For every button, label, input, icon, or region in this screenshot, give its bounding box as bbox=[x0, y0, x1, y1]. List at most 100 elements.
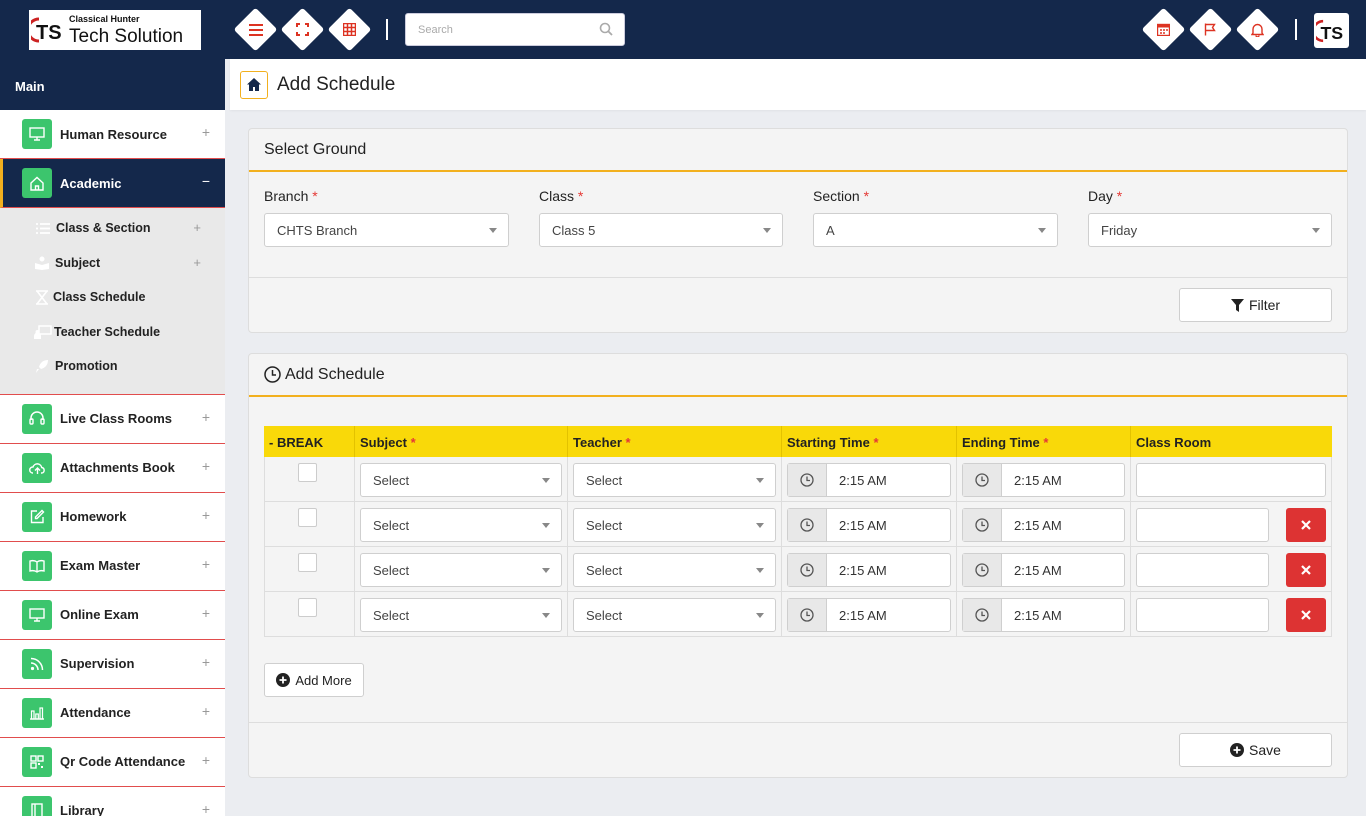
expand-icon[interactable]: + bbox=[202, 556, 210, 572]
teacher-select[interactable]: Select bbox=[573, 508, 776, 542]
user-avatar[interactable]: TS bbox=[1314, 13, 1349, 48]
grid-menu-button[interactable] bbox=[328, 8, 371, 51]
chevron-down-icon bbox=[1038, 228, 1046, 233]
notifications-button[interactable] bbox=[1236, 8, 1279, 51]
sidebar-heading: Main bbox=[0, 59, 225, 110]
ending-time-input[interactable]: 2:15 AM bbox=[962, 553, 1125, 587]
home-button[interactable] bbox=[240, 70, 268, 99]
sidebar-item-qr-code-attendance[interactable]: Qr Code Attendance + bbox=[0, 738, 225, 787]
hourglass-icon bbox=[33, 289, 51, 305]
delete-row-button[interactable] bbox=[1286, 553, 1326, 587]
menu-toggle-button[interactable] bbox=[234, 8, 277, 51]
fullscreen-button[interactable] bbox=[281, 8, 324, 51]
column-header-subject: Subject * bbox=[355, 426, 568, 457]
subject-select[interactable]: Select bbox=[360, 598, 562, 632]
submenu-item-subject[interactable]: Subject + bbox=[0, 246, 225, 281]
flag-button[interactable] bbox=[1189, 8, 1232, 51]
clock-icon bbox=[963, 464, 1002, 496]
expand-icon[interactable]: + bbox=[193, 220, 201, 235]
svg-text:TS: TS bbox=[36, 22, 62, 44]
chevron-down-icon bbox=[542, 613, 550, 618]
class-room-input[interactable] bbox=[1136, 598, 1269, 632]
column-header-ending-time: Ending Time * bbox=[957, 426, 1131, 457]
home-icon bbox=[22, 168, 52, 198]
submenu-item-class-section[interactable]: Class & Section + bbox=[0, 211, 225, 246]
class-select[interactable]: Class 5 bbox=[539, 213, 783, 247]
ending-time-input[interactable]: 2:15 AM bbox=[962, 598, 1125, 632]
sidebar-item-label: Human Resource bbox=[60, 126, 167, 142]
teacher-select[interactable]: Select bbox=[573, 598, 776, 632]
ending-time-input[interactable]: 2:15 AM bbox=[962, 508, 1125, 542]
ending-time-input[interactable]: 2:15 AM bbox=[962, 463, 1125, 497]
expand-icon[interactable]: + bbox=[193, 255, 201, 270]
subject-select[interactable]: Select bbox=[360, 463, 562, 497]
sidebar-item-live-class-rooms[interactable]: Live Class Rooms + bbox=[0, 395, 225, 444]
search-input[interactable] bbox=[405, 13, 625, 46]
starting-time-input[interactable]: 2:15 AM bbox=[787, 598, 951, 632]
column-header-class-room: Class Room bbox=[1131, 426, 1332, 457]
expand-icon[interactable]: + bbox=[202, 458, 210, 474]
subject-select[interactable]: Select bbox=[360, 553, 562, 587]
sidebar-item-label: Qr Code Attendance bbox=[60, 754, 186, 769]
delete-row-button[interactable] bbox=[1286, 508, 1326, 542]
class-room-input[interactable] bbox=[1136, 553, 1269, 587]
expand-icon[interactable]: + bbox=[202, 703, 210, 719]
submenu-item-promotion[interactable]: Promotion bbox=[0, 349, 225, 384]
headset-icon bbox=[22, 403, 52, 434]
close-icon bbox=[1301, 520, 1311, 530]
chevron-down-icon bbox=[763, 228, 771, 233]
expand-icon[interactable]: + bbox=[202, 605, 210, 621]
delete-row-button[interactable] bbox=[1286, 598, 1326, 632]
chevron-down-icon bbox=[756, 568, 764, 573]
sidebar-item-label: Attachments Book bbox=[60, 460, 175, 475]
save-button[interactable]: Save bbox=[1179, 733, 1332, 767]
sidebar-item-attachments-book[interactable]: Attachments Book + bbox=[0, 444, 225, 493]
chevron-down-icon bbox=[756, 523, 764, 528]
search-icon[interactable] bbox=[599, 22, 613, 36]
sidebar-item-label: Library bbox=[60, 803, 105, 816]
starting-time-input[interactable]: 2:15 AM bbox=[787, 508, 951, 542]
collapse-icon[interactable]: − bbox=[202, 173, 210, 189]
add-more-button[interactable]: Add More bbox=[264, 663, 364, 697]
submenu-item-teacher-schedule[interactable]: Teacher Schedule bbox=[0, 315, 225, 350]
break-checkbox[interactable] bbox=[298, 508, 317, 527]
clock-icon bbox=[788, 554, 827, 586]
sidebar-item-label: Supervision bbox=[60, 656, 135, 671]
teacher-select[interactable]: Select bbox=[573, 463, 776, 497]
day-select[interactable]: Friday bbox=[1088, 213, 1332, 247]
column-header-break: - BREAK bbox=[264, 426, 355, 457]
expand-icon[interactable]: + bbox=[202, 801, 210, 816]
teacher-select[interactable]: Select bbox=[573, 553, 776, 587]
class-room-input[interactable] bbox=[1136, 508, 1269, 542]
section-select[interactable]: A bbox=[813, 213, 1058, 247]
sidebar-item-attendance[interactable]: Attendance + bbox=[0, 689, 225, 738]
break-checkbox[interactable] bbox=[298, 463, 317, 482]
expand-icon[interactable]: + bbox=[202, 409, 210, 425]
sidebar-item-academic[interactable]: Academic − bbox=[0, 159, 225, 208]
sidebar-item-supervision[interactable]: Supervision + bbox=[0, 640, 225, 689]
class-room-input[interactable] bbox=[1136, 463, 1326, 497]
submenu-item-class-schedule[interactable]: Class Schedule bbox=[0, 280, 225, 315]
chevron-down-icon bbox=[756, 478, 764, 483]
starting-time-input[interactable]: 2:15 AM bbox=[787, 553, 951, 587]
expand-icon[interactable]: + bbox=[202, 752, 210, 768]
branch-select[interactable]: CHTS Branch bbox=[264, 213, 509, 247]
sidebar-item-homework[interactable]: Homework + bbox=[0, 493, 225, 542]
branch-label: Branch * bbox=[264, 188, 318, 204]
sidebar-item-exam-master[interactable]: Exam Master + bbox=[0, 542, 225, 591]
expand-icon[interactable]: + bbox=[202, 507, 210, 523]
break-checkbox[interactable] bbox=[298, 553, 317, 572]
subject-select[interactable]: Select bbox=[360, 508, 562, 542]
expand-icon[interactable]: + bbox=[202, 124, 210, 140]
filter-button[interactable]: Filter bbox=[1179, 288, 1332, 322]
calendar-button[interactable] bbox=[1142, 8, 1185, 51]
starting-time-input[interactable]: 2:15 AM bbox=[787, 463, 951, 497]
logo[interactable]: TS Classical Hunter Tech Solution bbox=[29, 10, 201, 50]
expand-icon[interactable]: + bbox=[202, 654, 210, 670]
clock-icon bbox=[963, 554, 1002, 586]
sidebar-item-library[interactable]: Library + bbox=[0, 787, 225, 816]
break-checkbox[interactable] bbox=[298, 598, 317, 617]
rss-icon bbox=[22, 648, 52, 679]
sidebar-item-human-resource[interactable]: Human Resource + bbox=[0, 110, 225, 159]
sidebar-item-online-exam[interactable]: Online Exam + bbox=[0, 591, 225, 640]
